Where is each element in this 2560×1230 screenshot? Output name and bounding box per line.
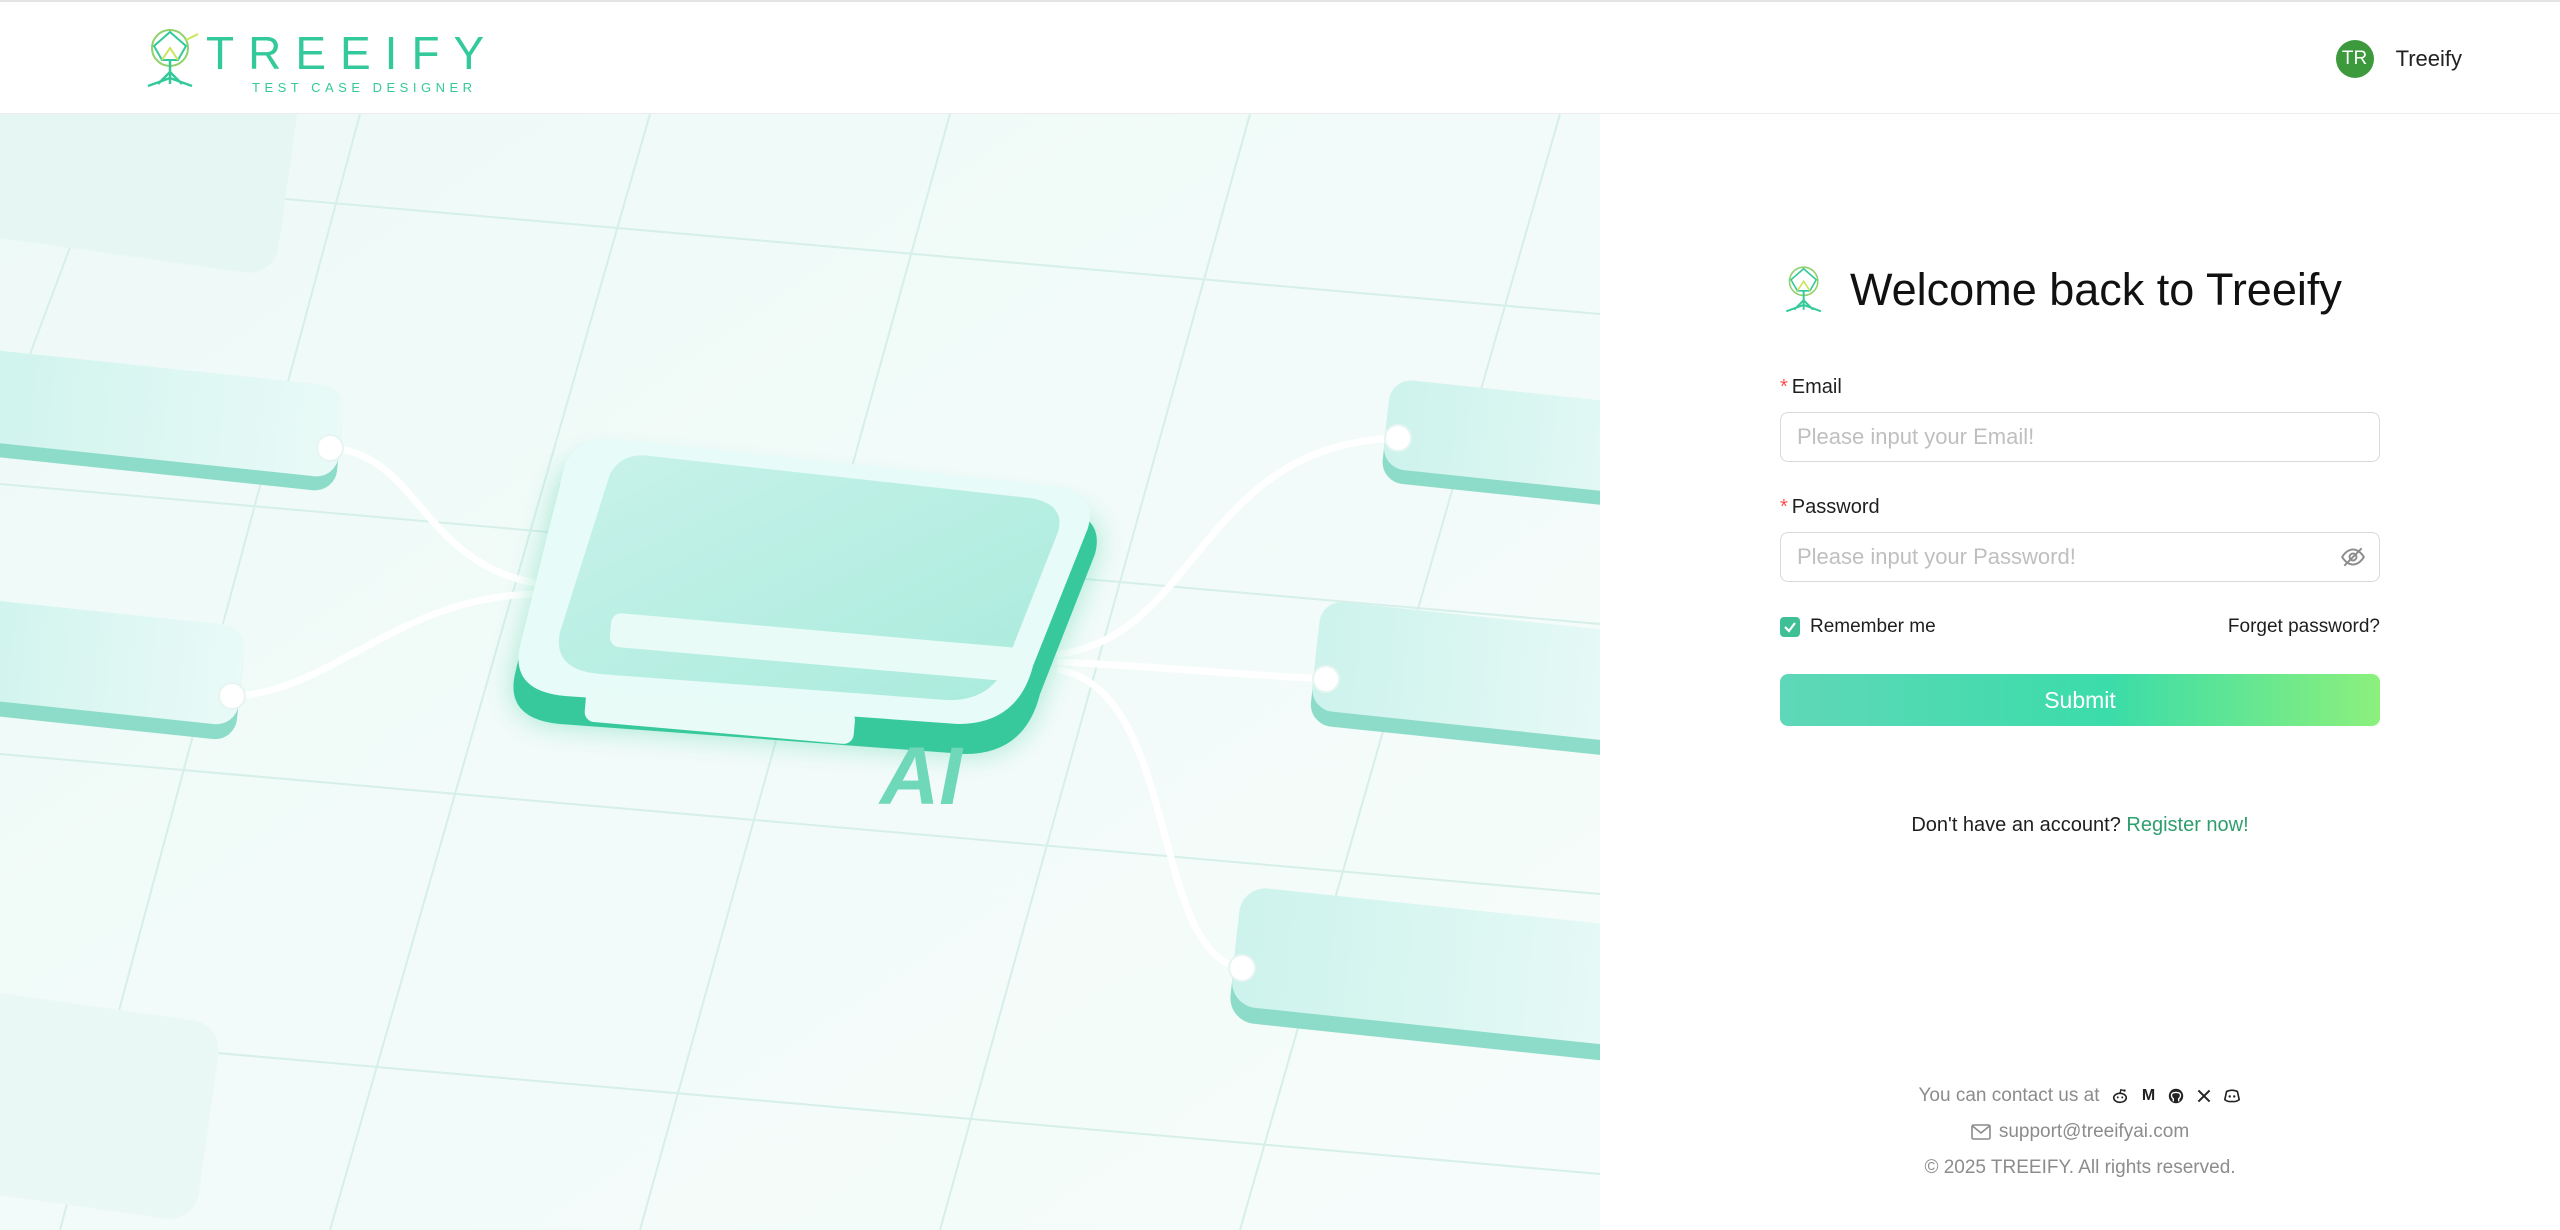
welcome-heading: Welcome back to Treeify [1780,264,2342,316]
top-header: TREEIFY TEST CASE DESIGNER TR Treeify [0,0,2560,114]
email-label: * Email [1780,376,1842,398]
contact-line: You can contact us at M [1780,1078,2380,1114]
login-panel: Welcome back to Treeify *Email *Password… [1600,114,2560,1230]
social-links: M [2111,1087,2241,1105]
remember-me-checkbox[interactable]: Remember me [1780,616,1936,638]
forget-password-link[interactable]: Forget password? [2228,616,2380,638]
ai-card-label: AI [878,731,964,822]
user-menu[interactable]: TR Treeify [2335,40,2462,78]
hero-illustration: AI [0,114,1600,1230]
password-label: * Password [1780,496,1880,518]
ai-network-illustration: AI [0,114,1600,1230]
user-name[interactable]: Treeify [2396,46,2462,72]
tree-logo-icon [1785,266,1822,313]
checkbox-checked-icon[interactable] [1780,617,1800,637]
login-form: *Email *Password Remember me Forget pass… [1780,376,2380,726]
password-field-group: * Password [1780,496,2380,582]
logo-title: TREEIFY [206,27,499,79]
page-title: Welcome back to Treeify [1850,264,2342,315]
email-input[interactable] [1780,412,2380,462]
copyright: © 2025 TREEIFY. All rights reserved. [1924,1157,2236,1178]
medium-icon[interactable]: M [2139,1087,2157,1105]
tree-logo-icon [147,29,199,88]
eye-invisible-icon[interactable] [2340,544,2366,570]
avatar[interactable]: TR [2335,40,2374,78]
treeify-logo[interactable]: TREEIFY TEST CASE DESIGNER [140,24,484,95]
x-icon[interactable] [2195,1087,2213,1105]
submit-button[interactable]: Submit [1780,674,2380,726]
page-footer: You can contact us at M support@treeifya… [1780,1078,2380,1186]
email-line: support@treeifyai.com [1780,1114,2380,1150]
logo-subtitle: TEST CASE DESIGNER [252,80,477,95]
mail-icon [1971,1124,1991,1140]
remember-me-label: Remember me [1810,616,1936,637]
email-field-group: * Email [1780,376,2380,462]
form-options-row: Remember me Forget password? [1780,614,2380,640]
register-now-link[interactable]: Register now! [2126,814,2248,836]
register-prompt-text: Don't have an account? [1911,814,2121,836]
reddit-icon[interactable] [2111,1087,2129,1105]
support-email[interactable]: support@treeifyai.com [1999,1121,2189,1143]
register-prompt: Don't have an account? Register now! [1780,814,2380,837]
password-input[interactable] [1780,532,2380,582]
github-icon[interactable] [2167,1087,2185,1105]
discord-icon[interactable] [2223,1087,2241,1105]
contact-text: You can contact us at [1918,1085,2100,1106]
